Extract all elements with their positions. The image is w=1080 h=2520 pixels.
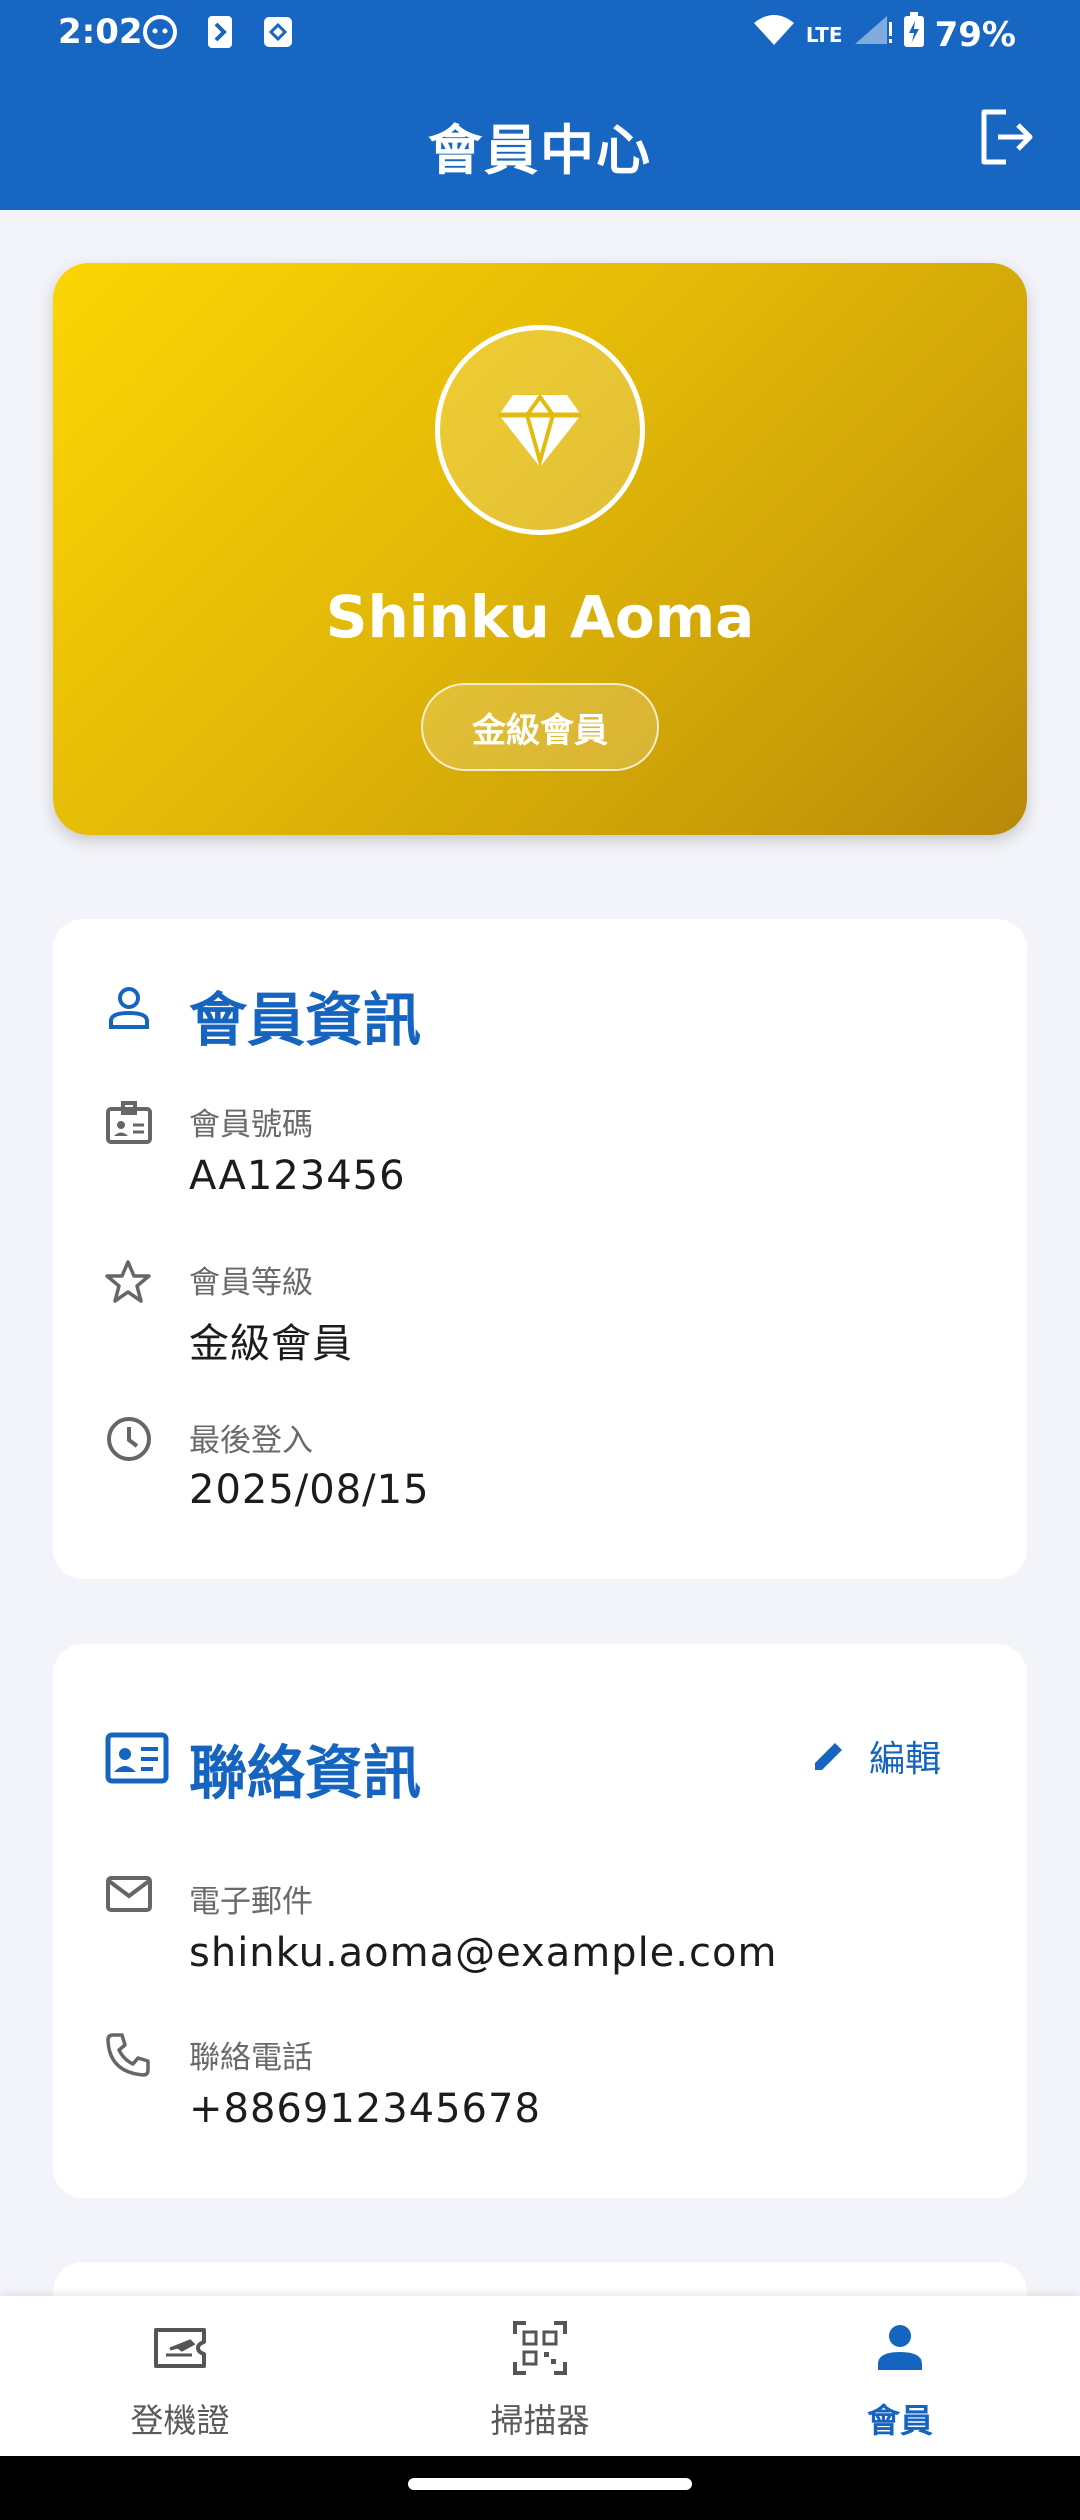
nav-label-member: 會員 (867, 2401, 933, 2440)
person-outline-icon (105, 983, 153, 1035)
logout-icon (981, 109, 1033, 165)
phone-icon (105, 2032, 151, 2082)
status-right-group: LTE 79% (752, 12, 1016, 57)
member-info-card: 會員資訊 會員號碼 AA123456 會員等級 金級會員 最後登入 2025/0… (53, 919, 1027, 1579)
last-login-label: 最後登入 (189, 1423, 313, 1459)
member-number-label: 會員號碼 (189, 1107, 313, 1143)
id-card-icon (105, 1101, 153, 1149)
nav-item-boarding-pass[interactable]: 登機證 (0, 2296, 360, 2456)
avatar (435, 325, 645, 535)
nav-label-scanner: 掃描器 (490, 2401, 590, 2440)
notification-app2-icon (262, 14, 294, 59)
star-icon (105, 1259, 151, 1307)
status-bar: 2:02 LTE 79% (0, 0, 1080, 64)
tier-badge: 金級會員 (421, 683, 659, 771)
home-gesture-handle[interactable] (408, 2478, 692, 2490)
clock-icon (105, 1415, 153, 1467)
contact-info-card: 聯絡資訊 編輯 電子郵件 shinku.aoma@example.com 聯絡電… (53, 1644, 1027, 2198)
email-value: shinku.aoma@example.com (189, 1930, 778, 1976)
gesture-navigation-bar (0, 2456, 1080, 2520)
logout-button[interactable] (976, 106, 1038, 168)
pencil-icon (814, 1743, 842, 1770)
mail-icon (105, 1874, 153, 1918)
diamond-icon (499, 393, 581, 469)
email-label: 電子郵件 (189, 1884, 313, 1920)
member-name: Shinku Aoma (325, 583, 755, 651)
edit-contact-button[interactable]: 編輯 (811, 1730, 941, 1782)
battery-icon (903, 12, 925, 57)
contact-info-title: 聯絡資訊 (189, 1739, 422, 1807)
member-level-value: 金級會員 (189, 1321, 353, 1367)
member-info-title: 會員資訊 (189, 986, 422, 1054)
member-number-value: AA123456 (189, 1153, 406, 1199)
notification-app-icon (206, 14, 234, 59)
person-icon (878, 2325, 922, 2370)
member-level-label: 會員等級 (189, 1265, 313, 1301)
bottom-navigation: 登機證 掃描器 會員 (0, 2296, 1080, 2456)
nav-label-boarding-pass: 登機證 (130, 2401, 230, 2440)
battery-percent: 79% (934, 14, 1016, 55)
nav-item-member[interactable]: 會員 (720, 2296, 1080, 2456)
page-title: 會員中心 (428, 119, 652, 182)
volte-lte-icon: LTE (805, 22, 843, 47)
notification-face-icon (142, 14, 178, 59)
last-login-value: 2025/08/15 (189, 1467, 430, 1513)
signal-icon (853, 14, 893, 55)
phone-label: 聯絡電話 (189, 2040, 313, 2076)
phone-value: +886912345678 (189, 2086, 541, 2132)
boarding-pass-icon (154, 2328, 206, 2368)
wifi-icon (752, 13, 796, 56)
nav-item-scanner[interactable]: 掃描器 (360, 2296, 720, 2456)
contact-card-icon (105, 1732, 169, 1788)
top-app-bar: 2:02 LTE 79% 會員中心 (0, 0, 1080, 210)
status-time: 2:02 (58, 12, 143, 52)
member-tier-card: Shinku Aoma 金級會員 (53, 263, 1027, 835)
qr-scanner-icon (513, 2321, 567, 2375)
edit-label: 編輯 (868, 1739, 941, 1780)
